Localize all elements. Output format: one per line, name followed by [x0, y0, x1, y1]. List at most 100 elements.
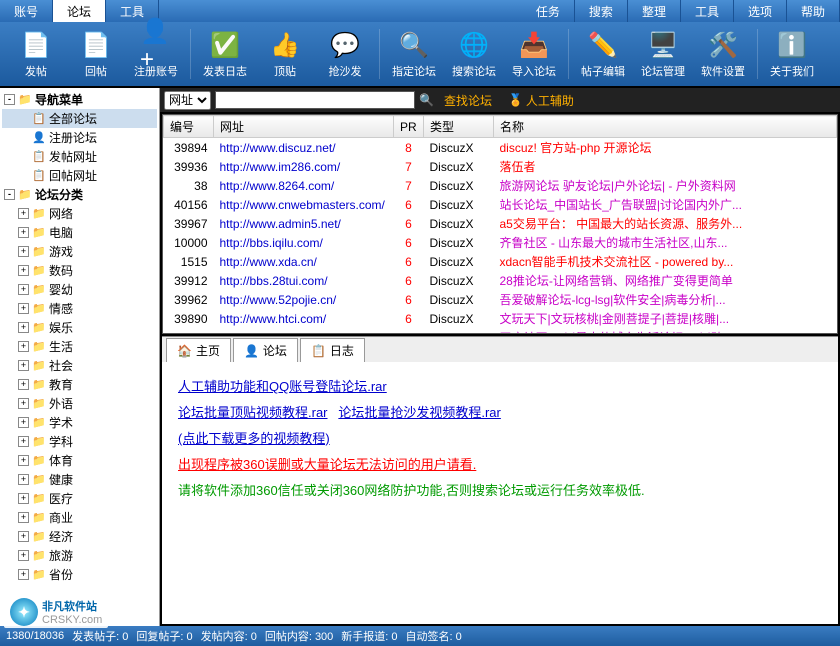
- tree-toggle-icon[interactable]: +: [18, 569, 29, 580]
- download-link[interactable]: 论坛批量抢沙发视频教程.rar: [338, 405, 501, 420]
- tree-node[interactable]: +📁情感: [2, 299, 157, 318]
- table-row[interactable]: 38http://www.8264.com/7DiscuzX旅游网论坛 驴友论坛…: [164, 176, 837, 195]
- tree-toggle-icon[interactable]: +: [18, 246, 29, 257]
- tab[interactable]: 🏠主页: [166, 338, 231, 362]
- tree-toggle-icon[interactable]: -: [4, 94, 15, 105]
- tree-node[interactable]: 👤注册论坛: [2, 128, 157, 147]
- table-row[interactable]: 3799http://www.scol.cn/6DiscuzX天府社区-四川最大…: [164, 328, 837, 334]
- ribbon-button[interactable]: 👤+注册账号: [128, 29, 184, 79]
- table-row[interactable]: 39890http://www.htci.com/6DiscuzX文玩天下|文玩…: [164, 309, 837, 328]
- tree-node[interactable]: +📁社会: [2, 356, 157, 375]
- tree-node[interactable]: +📁生活: [2, 337, 157, 356]
- column-header[interactable]: 网址: [214, 116, 394, 138]
- menu-item[interactable]: 论坛: [53, 0, 106, 22]
- statusbar: 1380/18036 发表帖子: 0 回复帖子: 0 发帖内容: 0 回帖内容:…: [0, 626, 840, 646]
- tree-node[interactable]: 📋全部论坛: [2, 109, 157, 128]
- tree-node[interactable]: +📁电脑: [2, 223, 157, 242]
- find-forum-button[interactable]: 查找论坛: [438, 91, 498, 110]
- ribbon-button[interactable]: ✅发表日志: [197, 29, 253, 79]
- tree-toggle-icon[interactable]: +: [18, 550, 29, 561]
- tree-node[interactable]: 📋回帖网址: [2, 166, 157, 185]
- tree-node[interactable]: -📁导航菜单: [2, 90, 157, 109]
- tree-node[interactable]: +📁教育: [2, 375, 157, 394]
- tree-node[interactable]: +📁学术: [2, 413, 157, 432]
- tree-toggle-icon[interactable]: +: [18, 493, 29, 504]
- column-header[interactable]: 名称: [494, 116, 837, 138]
- menu-item[interactable]: 账号: [0, 0, 53, 22]
- ribbon-button[interactable]: 📥导入论坛: [506, 29, 562, 79]
- table-row[interactable]: 39894http://www.discuz.net/8DiscuzXdiscu…: [164, 138, 837, 158]
- table-row[interactable]: 39912http://bbs.28tui.com/6DiscuzX28推论坛-…: [164, 271, 837, 290]
- tree-node[interactable]: +📁网络: [2, 204, 157, 223]
- ribbon-button[interactable]: 🌐搜索论坛: [446, 29, 502, 79]
- tree-toggle-icon[interactable]: -: [4, 189, 15, 200]
- tree-toggle-icon[interactable]: +: [18, 208, 29, 219]
- tree-node[interactable]: +📁数码: [2, 261, 157, 280]
- tree-node[interactable]: +📁学科: [2, 432, 157, 451]
- table-row[interactable]: 40156http://www.cnwebmasters.com/6Discuz…: [164, 195, 837, 214]
- tab[interactable]: 👤论坛: [233, 338, 298, 362]
- menu-item[interactable]: 任务: [522, 0, 575, 22]
- more-videos-link[interactable]: (点此下载更多的视频教程): [178, 431, 330, 446]
- tree-node[interactable]: +📁商业: [2, 508, 157, 527]
- menu-item[interactable]: 搜索: [575, 0, 628, 22]
- table-row[interactable]: 10000http://bbs.iqilu.com/6DiscuzX齐鲁社区 -…: [164, 233, 837, 252]
- search-input[interactable]: [215, 91, 415, 109]
- column-header[interactable]: PR: [394, 116, 424, 138]
- table-row[interactable]: 39936http://www.im286.com/7DiscuzX落伍者: [164, 157, 837, 176]
- tree-node[interactable]: +📁娱乐: [2, 318, 157, 337]
- tree-toggle-icon[interactable]: +: [18, 455, 29, 466]
- 搜索论坛-icon: 🌐: [458, 29, 490, 61]
- tree-node[interactable]: +📁婴幼: [2, 280, 157, 299]
- download-link[interactable]: 论坛批量顶贴视频教程.rar: [178, 405, 328, 420]
- menu-item[interactable]: 整理: [628, 0, 681, 22]
- tree-toggle-icon[interactable]: +: [18, 379, 29, 390]
- tree-node[interactable]: +📁体育: [2, 451, 157, 470]
- tree-toggle-icon[interactable]: +: [18, 474, 29, 485]
- ribbon-button[interactable]: 👍顶贴: [257, 29, 313, 79]
- tree-toggle-icon[interactable]: +: [18, 417, 29, 428]
- search-field-select[interactable]: 网址: [164, 91, 211, 110]
- tree-node[interactable]: -📁论坛分类: [2, 185, 157, 204]
- tree-node[interactable]: +📁省份: [2, 565, 157, 584]
- tree-toggle-icon[interactable]: +: [18, 512, 29, 523]
- tree-toggle-icon[interactable]: +: [18, 322, 29, 333]
- menu-item[interactable]: 工具: [681, 0, 734, 22]
- column-header[interactable]: 编号: [164, 116, 214, 138]
- tree-toggle-icon[interactable]: +: [18, 284, 29, 295]
- tree-toggle-icon[interactable]: +: [18, 360, 29, 371]
- tree-toggle-icon[interactable]: +: [18, 227, 29, 238]
- tree-toggle-icon[interactable]: +: [18, 531, 29, 542]
- table-row[interactable]: 1515http://www.xda.cn/6DiscuzXxdacn智能手机技…: [164, 252, 837, 271]
- ribbon-button[interactable]: 💬抢沙发: [317, 29, 373, 79]
- tree-toggle-icon[interactable]: +: [18, 303, 29, 314]
- menu-item[interactable]: 选项: [734, 0, 787, 22]
- ribbon-button[interactable]: 🖥️论坛管理: [635, 29, 691, 79]
- menu-item[interactable]: 帮助: [787, 0, 840, 22]
- tree-toggle-icon[interactable]: +: [18, 265, 29, 276]
- manual-assist-button[interactable]: 🏅人工辅助: [502, 91, 580, 110]
- 论坛管理-icon: 🖥️: [647, 29, 679, 61]
- table-row[interactable]: 39967http://www.admin5.net/6DiscuzXa5交易平…: [164, 214, 837, 233]
- tree-node[interactable]: +📁医疗: [2, 489, 157, 508]
- tree-node[interactable]: +📁外语: [2, 394, 157, 413]
- ribbon-button[interactable]: ✏️帖子编辑: [575, 29, 631, 79]
- folder-icon: 📁: [32, 416, 46, 430]
- ribbon-button[interactable]: ℹ️关于我们: [764, 29, 820, 79]
- table-row[interactable]: 39962http://www.52pojie.cn/6DiscuzX吾爱破解论…: [164, 290, 837, 309]
- tree-toggle-icon[interactable]: +: [18, 341, 29, 352]
- tree-toggle-icon[interactable]: +: [18, 398, 29, 409]
- tab[interactable]: 📋日志: [300, 338, 365, 362]
- ribbon-button[interactable]: 🔍指定论坛: [386, 29, 442, 79]
- ribbon-button[interactable]: 🛠️软件设置: [695, 29, 751, 79]
- tree-node[interactable]: +📁旅游: [2, 546, 157, 565]
- tree-toggle-icon[interactable]: +: [18, 436, 29, 447]
- download-link[interactable]: 人工辅助功能和QQ账号登陆论坛.rar: [178, 379, 387, 394]
- tree-node[interactable]: +📁游戏: [2, 242, 157, 261]
- tree-node[interactable]: +📁健康: [2, 470, 157, 489]
- tree-node[interactable]: 📋发帖网址: [2, 147, 157, 166]
- ribbon-button[interactable]: 📄回帖: [68, 29, 124, 79]
- ribbon-button[interactable]: 📄发帖: [8, 29, 64, 79]
- tree-node[interactable]: +📁经济: [2, 527, 157, 546]
- column-header[interactable]: 类型: [424, 116, 494, 138]
